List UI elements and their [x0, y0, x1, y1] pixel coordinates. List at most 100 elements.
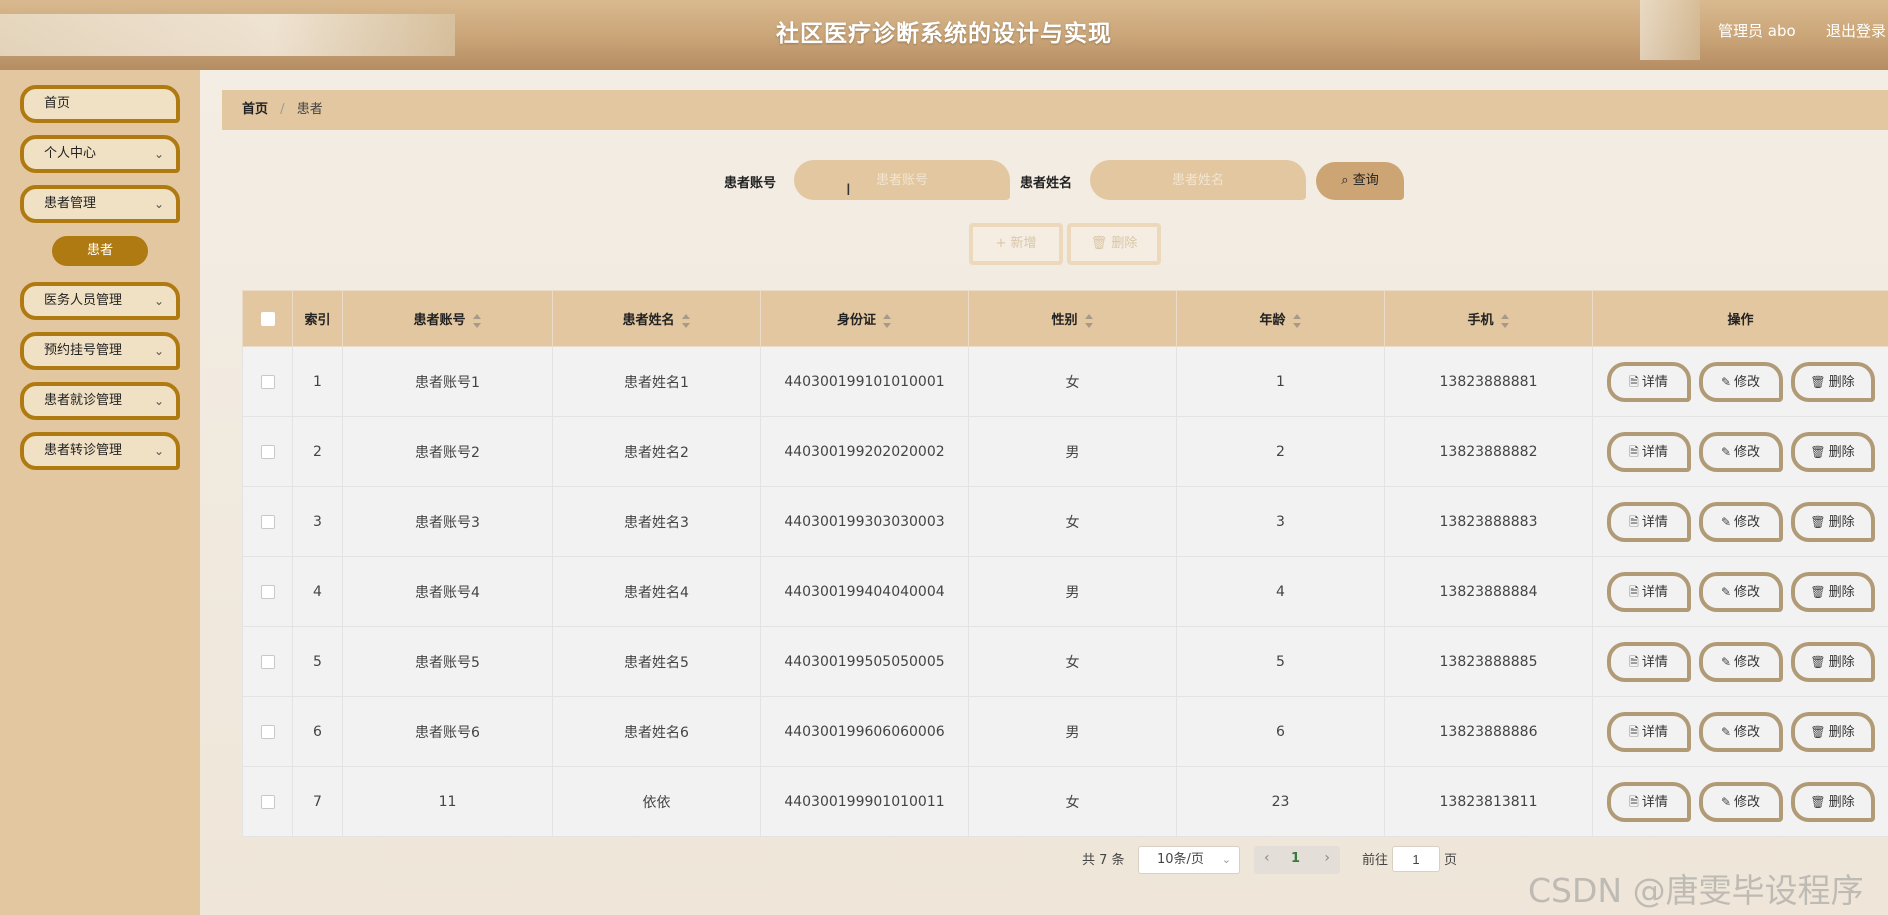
column-header-gender[interactable]: 性别	[968, 290, 1177, 347]
add-button[interactable]: + 新增	[969, 223, 1063, 265]
cell-phone: 13823888884	[1384, 556, 1593, 627]
select-all-cell[interactable]	[242, 290, 293, 347]
document-icon: 🗎︎	[1629, 724, 1639, 739]
sidebar-item-appointment-management[interactable]: 预约挂号管理 ⌄	[20, 332, 180, 370]
row-select-cell[interactable]	[242, 696, 293, 767]
pencil-icon: ✎	[1720, 654, 1732, 669]
select-all-checkbox[interactable]	[260, 311, 275, 326]
row-checkbox[interactable]	[260, 724, 275, 739]
sidebar-item-label: 患者就诊管理	[44, 393, 123, 408]
edit-button[interactable]: ✎ 修改	[1698, 641, 1783, 682]
batch-delete-button[interactable]: 🗑︎ 删除	[1067, 223, 1161, 265]
row-checkbox[interactable]	[260, 794, 275, 809]
edit-button[interactable]: ✎ 修改	[1698, 571, 1783, 612]
row-select-cell[interactable]	[242, 556, 293, 627]
row-select-cell[interactable]	[242, 766, 293, 837]
document-icon: 🗎︎	[1629, 444, 1639, 459]
detail-button[interactable]: 🗎︎ 详情	[1606, 571, 1691, 612]
row-checkbox[interactable]	[260, 374, 275, 389]
cell-age: 6	[1176, 696, 1385, 767]
row-checkbox[interactable]	[260, 654, 275, 669]
pencil-icon: ✎	[1720, 514, 1732, 529]
delete-button[interactable]: 🗑︎ 删除	[1790, 711, 1875, 752]
column-header-name[interactable]: 患者姓名	[552, 290, 761, 347]
table-row: 6 患者账号6 患者姓名6 440300199606060006 男 6 138238888…	[242, 696, 1888, 767]
sort-icon[interactable]	[472, 313, 482, 328]
trash-icon: 🗑︎	[1810, 724, 1826, 739]
sidebar-subitem-patient[interactable]: 患者	[52, 236, 148, 266]
cell-gender: 女	[968, 346, 1177, 417]
cell-name: 患者姓名4	[552, 556, 761, 627]
sort-icon[interactable]	[882, 313, 892, 328]
row-select-cell[interactable]	[242, 346, 293, 417]
current-page-number[interactable]: 1	[1291, 851, 1300, 866]
row-checkbox[interactable]	[260, 444, 275, 459]
column-header-index: 索引	[292, 290, 343, 347]
delete-button[interactable]: 🗑︎ 删除	[1790, 781, 1875, 822]
detail-button[interactable]: 🗎︎ 详情	[1606, 781, 1691, 822]
sidebar-item-label: 首页	[44, 96, 71, 111]
sort-icon[interactable]	[1292, 313, 1302, 328]
logout-link[interactable]: 退出登录	[1826, 20, 1886, 41]
detail-button[interactable]: 🗎︎ 详情	[1606, 431, 1691, 472]
sidebar-item-referral-management[interactable]: 患者转诊管理 ⌄	[20, 432, 180, 470]
prev-page-icon[interactable]: ‹	[1264, 850, 1270, 866]
column-header-account[interactable]: 患者账号	[342, 290, 553, 347]
trash-icon: 🗑︎	[1810, 514, 1826, 529]
trash-icon: 🗑︎	[1810, 794, 1826, 809]
edit-button[interactable]: ✎ 修改	[1698, 501, 1783, 542]
row-checkbox[interactable]	[260, 584, 275, 599]
cell-phone: 13823888882	[1384, 416, 1593, 487]
trash-icon: 🗑︎	[1810, 654, 1826, 669]
sidebar-item-home[interactable]: 首页	[20, 85, 180, 123]
search-button[interactable]: ⌕ 查询	[1316, 162, 1404, 200]
name-search-input[interactable]	[1090, 160, 1306, 200]
cell-gender: 男	[968, 556, 1177, 627]
cell-idcard: 440300199101010001	[760, 346, 969, 417]
edit-button[interactable]: ✎ 修改	[1698, 781, 1783, 822]
delete-button[interactable]: 🗑︎ 删除	[1790, 501, 1875, 542]
column-header-age[interactable]: 年龄	[1176, 290, 1385, 347]
delete-button[interactable]: 🗑︎ 删除	[1790, 641, 1875, 682]
document-icon: 🗎︎	[1629, 514, 1639, 529]
edit-button[interactable]: ✎ 修改	[1698, 431, 1783, 472]
goto-page-input[interactable]	[1392, 846, 1440, 872]
next-page-icon[interactable]: ›	[1324, 850, 1330, 866]
page-size-select[interactable]: 10条/页 ⌄	[1138, 846, 1240, 874]
add-button-label: 新增	[1010, 236, 1037, 251]
sidebar-item-staff-management[interactable]: 医务人员管理 ⌄	[20, 282, 180, 320]
detail-button[interactable]: 🗎︎ 详情	[1606, 641, 1691, 682]
trash-icon: 🗑︎	[1810, 444, 1826, 459]
sidebar-item-patient-management[interactable]: 患者管理 ⌄	[20, 185, 180, 223]
sort-icon[interactable]	[1084, 313, 1094, 328]
row-select-cell[interactable]	[242, 626, 293, 697]
cell-ops: 🗎︎ 详情 ✎ 修改 🗑︎ 删除	[1592, 416, 1888, 487]
sort-icon[interactable]	[681, 313, 691, 328]
row-checkbox[interactable]	[260, 514, 275, 529]
edit-button[interactable]: ✎ 修改	[1698, 361, 1783, 402]
sidebar-item-visit-management[interactable]: 患者就诊管理 ⌄	[20, 382, 180, 420]
document-icon: 🗎︎	[1629, 584, 1639, 599]
delete-button[interactable]: 🗑︎ 删除	[1790, 431, 1875, 472]
delete-button[interactable]: 🗑︎ 删除	[1790, 361, 1875, 402]
sort-icon[interactable]	[1500, 313, 1510, 328]
detail-button[interactable]: 🗎︎ 详情	[1606, 711, 1691, 752]
row-select-cell[interactable]	[242, 416, 293, 487]
sidebar-item-personal-center[interactable]: 个人中心 ⌄	[20, 135, 180, 173]
delete-button[interactable]: 🗑︎ 删除	[1790, 571, 1875, 612]
cell-idcard: 440300199901010011	[760, 766, 969, 837]
app-title: 社区医疗诊断系统的设计与实现	[776, 21, 1112, 47]
column-header-phone[interactable]: 手机	[1384, 290, 1593, 347]
pencil-icon: ✎	[1720, 374, 1732, 389]
detail-button[interactable]: 🗎︎ 详情	[1606, 501, 1691, 542]
row-select-cell[interactable]	[242, 486, 293, 557]
account-search-input[interactable]	[794, 160, 1010, 200]
trash-icon: 🗑︎	[1090, 236, 1108, 251]
breadcrumb-home[interactable]: 首页	[242, 102, 268, 117]
sidebar: 首页 个人中心 ⌄ 患者管理 ⌄ 患者 医务人员管理 ⌄ 预约挂号管理 ⌄ 患者…	[0, 70, 200, 915]
breadcrumb: 首页 / 患者	[222, 90, 1888, 130]
detail-button[interactable]: 🗎︎ 详情	[1606, 361, 1691, 402]
edit-button[interactable]: ✎ 修改	[1698, 711, 1783, 752]
cell-age: 5	[1176, 626, 1385, 697]
column-header-idcard[interactable]: 身份证	[760, 290, 969, 347]
